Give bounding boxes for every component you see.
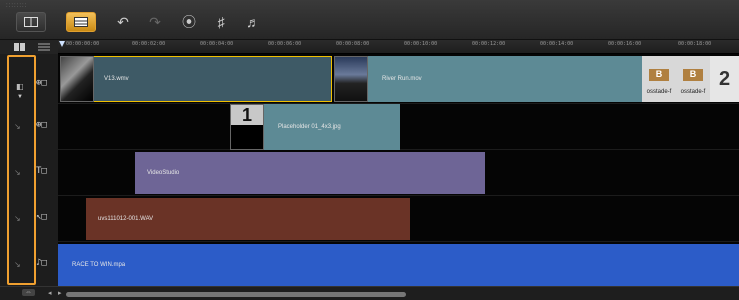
- music-track: RACE TO WIN.mpa: [58, 242, 739, 286]
- video-track-icon: ⊕□: [36, 78, 47, 88]
- clip-thumbnail: 1: [230, 104, 264, 150]
- music-track-icon: ♪□: [36, 258, 47, 268]
- clip-label: Placeholder 01_4x3.jpg: [278, 124, 341, 130]
- ruler-label: 00:00:06:00: [268, 41, 302, 47]
- transition-clip[interactable]: 2: [710, 56, 739, 102]
- ruler-controls: [0, 40, 58, 54]
- undo-icon[interactable]: ↶: [112, 12, 134, 32]
- clip-label: uvs111012-001.WAV: [98, 216, 154, 222]
- ruler-label: 00:00:14:00: [540, 41, 574, 47]
- transition-label: osstade-f: [646, 89, 672, 95]
- timeline-ruler[interactable]: 00:00:00:00 00:00:02:00 00:00:04:00 00:0…: [58, 40, 739, 54]
- title-track: VideoStudio: [58, 150, 739, 196]
- scroll-right-icon[interactable]: ▸: [58, 289, 62, 297]
- zoom-fit-icon[interactable]: ⇔: [22, 289, 35, 296]
- ruler-label: 00:00:08:00: [336, 41, 370, 47]
- overlay-track-icon: ⊕□: [36, 120, 47, 130]
- voice-track-icon: ↖□: [36, 212, 47, 222]
- storyboard-view-button[interactable]: [16, 12, 46, 32]
- scrollbar-thumb[interactable]: [66, 292, 406, 297]
- record-capture-icon[interactable]: ⦿: [178, 12, 200, 32]
- clip-label: VideoStudio: [147, 170, 180, 176]
- timeline-toolbar: :::::::: ↶ ↷ ⦿ ♯ ♬: [0, 0, 739, 40]
- auto-music-icon[interactable]: ♬: [242, 12, 264, 32]
- toolbar-grip[interactable]: ::::::::: [6, 3, 27, 9]
- ruler-label: 00:00:00:00: [66, 41, 100, 47]
- track-enable-highlight: [7, 55, 36, 285]
- sound-mixer-icon[interactable]: ♯: [210, 12, 232, 32]
- transition-clip[interactable]: B osstade-f: [676, 56, 710, 102]
- voice-clip[interactable]: uvs111012-001.WAV: [86, 198, 410, 240]
- timeline-icon: [74, 17, 88, 27]
- transition-clip[interactable]: B osstade-f: [642, 56, 676, 102]
- ruler-label: 00:00:18:00: [678, 41, 712, 47]
- voice-track: uvs111012-001.WAV: [58, 196, 739, 242]
- clip-thumbnail: [60, 56, 94, 102]
- title-track-icon: T□: [36, 166, 47, 176]
- video-clip[interactable]: River Run.mov: [368, 56, 642, 102]
- overlay-clip[interactable]: Placeholder 01_4x3.jpg: [264, 104, 400, 150]
- ruler-label: 00:00:02:00: [132, 41, 166, 47]
- ruler-label: 00:00:10:00: [404, 41, 438, 47]
- storyboard-icon: [24, 17, 38, 27]
- music-clip[interactable]: RACE TO WIN.mpa: [58, 244, 739, 286]
- transition-number: 2: [718, 67, 731, 90]
- ruler-label: 00:00:12:00: [472, 41, 506, 47]
- transition-icon: B: [649, 69, 669, 81]
- clip-label: River Run.mov: [382, 76, 422, 82]
- video-track: V13.wmv River Run.mov B osstade-f B osst…: [58, 54, 739, 104]
- ruler-label: 00:00:16:00: [608, 41, 642, 47]
- clip-label: V13.wmv: [104, 76, 129, 82]
- track-manager-icon[interactable]: [38, 42, 50, 52]
- transition-icon: B: [683, 69, 703, 81]
- clip-label: RACE TO WIN.mpa: [72, 262, 126, 268]
- timeline-tracks: V13.wmv River Run.mov B osstade-f B osst…: [58, 54, 739, 286]
- horizontal-scrollbar[interactable]: ⇔ ◂ ▸: [0, 286, 739, 300]
- clip-thumbnail: [334, 56, 368, 102]
- timeline-view-button[interactable]: [66, 12, 96, 32]
- ruler-label: 00:00:04:00: [200, 41, 234, 47]
- playhead-marker-icon[interactable]: [58, 41, 66, 48]
- redo-icon[interactable]: ↷: [144, 12, 166, 32]
- show-all-tracks-icon[interactable]: [14, 42, 26, 52]
- transition-label: osstade-f: [680, 89, 706, 95]
- title-clip[interactable]: VideoStudio: [135, 152, 485, 194]
- overlay-track: 1 Placeholder 01_4x3.jpg: [58, 104, 739, 150]
- placeholder-number: 1: [241, 105, 252, 125]
- video-clip[interactable]: V13.wmv: [94, 56, 332, 102]
- scroll-left-icon[interactable]: ◂: [48, 289, 52, 297]
